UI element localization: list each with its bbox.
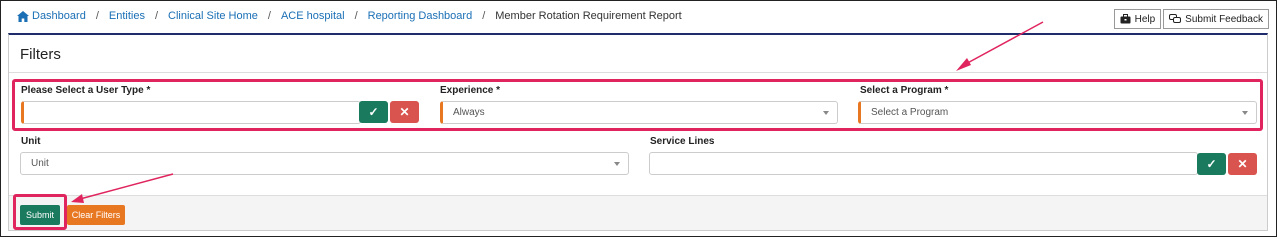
breadcrumb-separator: / (154, 10, 159, 22)
header-actions: Help Submit Feedback (1113, 9, 1269, 29)
breadcrumb-separator: / (95, 10, 99, 22)
briefcase-icon (1120, 14, 1131, 24)
clear-filters-button[interactable]: Clear Filters (67, 205, 125, 225)
breadcrumb-dashboard[interactable]: Dashboard (32, 10, 86, 22)
chevron-down-icon (614, 162, 620, 166)
program-label: Select a Program * (860, 85, 949, 96)
breadcrumb: Dashboard / Entities / Clinical Site Hom… (17, 10, 682, 22)
user-type-confirm-button[interactable]: ✓ (359, 101, 388, 123)
help-label: Help (1134, 13, 1156, 25)
breadcrumb-clinical-site-home[interactable]: Clinical Site Home (168, 10, 258, 22)
breadcrumb-current-page: Member Rotation Requirement Report (495, 10, 682, 22)
help-button[interactable]: Help (1113, 9, 1162, 29)
program-value: Select a Program (871, 107, 949, 118)
unit-label: Unit (21, 136, 41, 147)
breadcrumb-separator: / (482, 10, 486, 22)
unit-value: Unit (31, 158, 49, 169)
close-icon: ✕ (1237, 157, 1248, 171)
chevron-down-icon (823, 111, 829, 115)
service-lines-label: Service Lines (650, 136, 715, 147)
experience-label: Experience * (440, 85, 501, 96)
user-type-clear-button[interactable]: ✕ (390, 101, 419, 123)
submit-button[interactable]: Submit (20, 205, 60, 225)
submit-feedback-label: Submit Feedback (1185, 13, 1263, 25)
home-icon (17, 10, 29, 22)
breadcrumb-separator: / (354, 10, 358, 22)
service-lines-input[interactable] (649, 152, 1198, 175)
check-icon: ✓ (1206, 157, 1217, 171)
chevron-down-icon (1242, 111, 1248, 115)
program-select[interactable]: Select a Program (858, 101, 1257, 124)
experience-select[interactable]: Always (440, 101, 838, 124)
breadcrumb-entities[interactable]: Entities (109, 10, 145, 22)
user-type-input[interactable] (21, 101, 361, 124)
filters-card: Filters Please Select a User Type * ✓ ✕ … (8, 33, 1268, 231)
filters-title: Filters (20, 46, 61, 63)
divider (9, 72, 1267, 73)
breadcrumb-separator: / (267, 10, 271, 22)
breadcrumb-ace-hospital[interactable]: ACE hospital (281, 10, 345, 22)
unit-select[interactable]: Unit (20, 152, 629, 175)
filters-footer (9, 195, 1267, 230)
close-icon: ✕ (399, 105, 410, 119)
breadcrumb-reporting-dashboard[interactable]: Reporting Dashboard (368, 10, 473, 22)
user-type-label: Please Select a User Type * (21, 85, 151, 96)
service-lines-confirm-button[interactable]: ✓ (1197, 153, 1226, 175)
service-lines-clear-button[interactable]: ✕ (1228, 153, 1257, 175)
submit-feedback-button[interactable]: Submit Feedback (1163, 9, 1269, 29)
experience-value: Always (453, 107, 485, 118)
feedback-icon (1169, 14, 1182, 23)
check-icon: ✓ (368, 105, 379, 119)
